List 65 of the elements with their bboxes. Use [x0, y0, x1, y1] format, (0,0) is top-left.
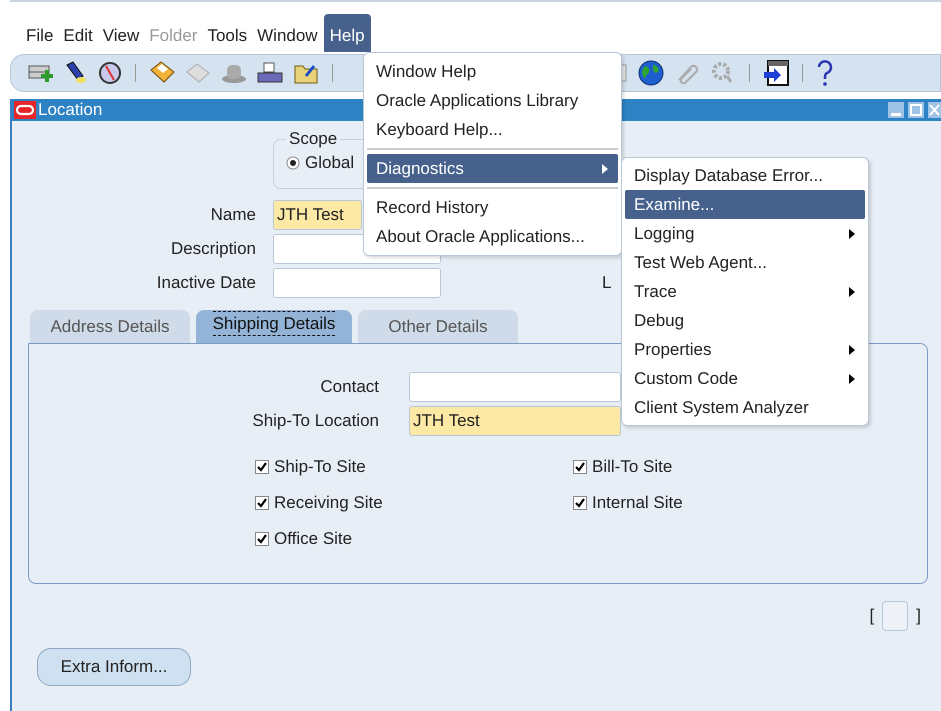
input-field[interactable]: JTH Test [409, 406, 621, 436]
field-label: Inactive Date [156, 273, 256, 293]
input-field[interactable] [273, 268, 441, 298]
menu-item[interactable]: Edit [59, 14, 97, 52]
submenu-arrow-icon [602, 164, 608, 174]
field-label: Contact [319, 377, 379, 397]
checkbox-label: Bill-To Site [592, 457, 672, 477]
checkbox-label: Office Site [274, 529, 352, 549]
globe-icon[interactable] [637, 59, 665, 87]
checkbox-label: Ship-To Site [274, 457, 366, 477]
input-field[interactable]: JTH Test [273, 200, 362, 230]
field-label: Name [210, 205, 256, 225]
close-icon[interactable] [927, 101, 941, 119]
compass-icon[interactable] [97, 60, 123, 86]
oracle-logo-icon [14, 101, 36, 119]
menu-item[interactable]: View [98, 14, 144, 52]
menu-item[interactable]: Logging [625, 219, 865, 248]
menu-item[interactable]: Window [253, 14, 322, 52]
tab[interactable]: Shipping Details [196, 310, 352, 343]
submenu-arrow-icon [849, 374, 855, 384]
menu-item[interactable]: File [22, 14, 58, 52]
checkbox[interactable] [573, 496, 587, 510]
checkbox[interactable] [255, 460, 269, 474]
field-label: L [602, 273, 612, 293]
menu-item[interactable]: Diagnostics [367, 154, 618, 183]
submenu-arrow-icon [849, 228, 855, 238]
submenu-arrow-icon [849, 344, 855, 354]
maximize-icon[interactable] [907, 101, 925, 119]
menu-item[interactable]: Help [324, 14, 371, 52]
checkbox[interactable] [573, 460, 587, 474]
checkbox-label: Receiving Site [274, 493, 383, 513]
checkbox[interactable] [255, 532, 269, 546]
menu-item[interactable]: Properties [625, 335, 865, 364]
input-field[interactable] [409, 372, 621, 402]
field-label: Description [170, 239, 256, 259]
menu-item[interactable]: Debug [625, 306, 865, 335]
radio-label: Global [305, 153, 354, 173]
submenu-arrow-icon [849, 286, 855, 296]
menu-item[interactable]: Trace [625, 277, 865, 306]
indicator-field[interactable] [882, 601, 908, 631]
menu-item[interactable]: Tools [203, 14, 252, 52]
menu-item[interactable]: About Oracle Applications... [367, 222, 618, 251]
menu-item[interactable]: Oracle Applications Library [367, 86, 618, 115]
exit-icon[interactable] [762, 59, 790, 87]
menu-item[interactable]: Display Database Error... [625, 161, 865, 190]
window-title: Location [38, 100, 102, 120]
menu-item[interactable]: Test Web Agent... [625, 248, 865, 277]
menu-item[interactable]: Window Help [367, 57, 618, 86]
tab[interactable]: Other Details [358, 310, 518, 343]
help-icon[interactable] [815, 59, 835, 87]
scope-title: Scope [288, 129, 338, 149]
menu-item[interactable]: Examine... [625, 190, 865, 219]
field-label: Ship-To Location [251, 411, 379, 431]
bracket-text: [ [870, 606, 874, 626]
extra-information-button[interactable]: Extra Inform... [37, 648, 191, 686]
tab[interactable]: Address Details [30, 310, 190, 343]
menu-item[interactable]: Custom Code [625, 364, 865, 393]
checkbox-label: Internal Site [592, 493, 683, 513]
minimize-icon[interactable] [887, 101, 905, 119]
menu-item[interactable]: Client System Analyzer [625, 393, 865, 422]
bracket-text: ] [916, 606, 921, 626]
menu-item[interactable]: Record History [367, 193, 618, 222]
checkbox[interactable] [255, 496, 269, 510]
radio-button[interactable] [286, 156, 300, 170]
menu-item[interactable]: Keyboard Help... [367, 115, 618, 144]
